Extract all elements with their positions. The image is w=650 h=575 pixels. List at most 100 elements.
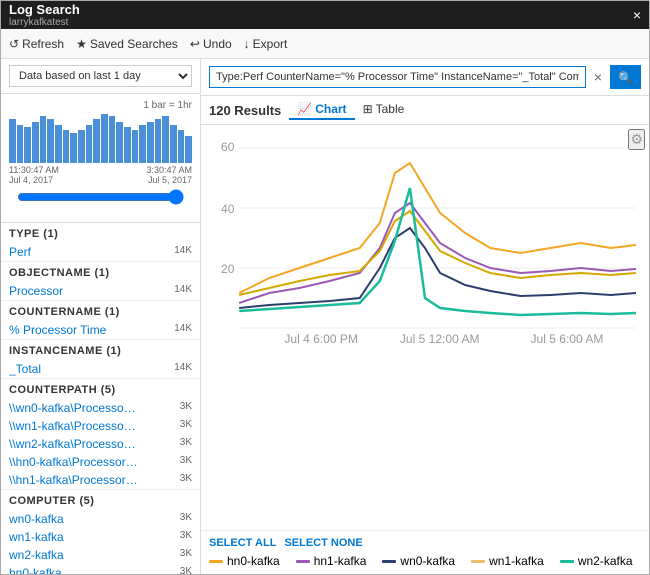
facet-label: wn2-kafka xyxy=(9,548,64,562)
title-bar: Log Search larrykafkatest × xyxy=(1,1,649,29)
legend-color-swatch xyxy=(471,560,485,563)
chart-icon: 📈 xyxy=(297,102,312,116)
facet-row[interactable]: Perf14K xyxy=(1,243,200,261)
facet-label: wn0-kafka xyxy=(9,512,64,526)
time-start: 11:30:47 AMJul 4, 2017 xyxy=(9,165,59,185)
search-input[interactable] xyxy=(209,66,586,88)
facet-count: 3K xyxy=(180,473,192,487)
facet-row[interactable]: \\hn0-kafka\Processor(_Total)\% Processo… xyxy=(1,453,200,471)
facet-label: \\hn1-kafka\Processor(_Total)\% Processo… xyxy=(9,473,139,487)
svg-text:60: 60 xyxy=(221,140,235,154)
svg-text:Jul 5 6:00 AM: Jul 5 6:00 AM xyxy=(530,332,603,346)
refresh-button[interactable]: ↺ Refresh xyxy=(9,37,64,51)
legend-label: wn2-kafka xyxy=(578,554,633,568)
facet-section: OBJECTNAME (1)Processor14K xyxy=(1,262,200,301)
histogram-bar xyxy=(170,125,177,164)
window-subtitle: larrykafkatest xyxy=(9,17,80,28)
facet-count: 3K xyxy=(180,512,192,526)
search-clear-button[interactable]: × xyxy=(590,69,606,85)
legend-color-swatch xyxy=(296,560,310,563)
filter-bar: Data based on last 1 day Last 6 hours La… xyxy=(1,59,200,94)
histogram-time: 11:30:47 AMJul 4, 2017 3:30:47 AMJul 5, … xyxy=(9,165,192,185)
facet-row[interactable]: \\wn1-kafka\Processor(_Total)\% Processo… xyxy=(1,417,200,435)
histogram-bar xyxy=(40,116,47,163)
facet-row[interactable]: \\hn1-kafka\Processor(_Total)\% Processo… xyxy=(1,471,200,489)
facet-label: \\wn2-kafka\Processor(_Total)\% Processo… xyxy=(9,437,139,451)
svg-text:Jul 4 6:00 PM: Jul 4 6:00 PM xyxy=(284,332,358,346)
histogram-area: 1 bar = 1hr 11:30:47 AMJul 4, 2017 3:30:… xyxy=(1,94,200,223)
chart-area: ⚙ 60 40 20 Jul 4 6:00 PM Jul 5 12:00 AM … xyxy=(201,125,649,530)
select-all-button[interactable]: SELECT ALL xyxy=(209,537,276,549)
legend-color-swatch xyxy=(560,560,574,563)
histogram-bar xyxy=(155,119,162,163)
facet-count: 14K xyxy=(174,245,192,259)
undo-label: Undo xyxy=(203,37,232,51)
facet-count: 14K xyxy=(174,362,192,376)
facet-section: COMPUTER (5) wn0-kafka 3K wn1-kafka 3K wn2-ka… xyxy=(1,490,200,574)
legend-label: wn0-kafka xyxy=(400,554,455,568)
tab-table[interactable]: ⊞ Table xyxy=(355,100,413,120)
select-none-button[interactable]: SELECT NONE xyxy=(284,537,362,549)
histogram-bar xyxy=(70,133,77,163)
refresh-label: Refresh xyxy=(22,37,64,51)
legend-item[interactable]: hn1-kafka xyxy=(296,554,367,568)
histogram-bar xyxy=(101,114,108,164)
chart-settings-button[interactable]: ⚙ xyxy=(628,129,645,150)
facet-row[interactable]: wn2-kafka3K xyxy=(1,546,200,564)
histogram-bar xyxy=(185,136,192,164)
facet-row[interactable]: wn0-kafka 3K xyxy=(1,510,200,528)
histogram-bar xyxy=(78,130,85,163)
slider-track xyxy=(9,185,192,216)
histogram-bar xyxy=(55,125,62,164)
time-filter-select[interactable]: Data based on last 1 day Last 6 hours La… xyxy=(9,65,192,87)
legend-item[interactable]: hn0-kafka xyxy=(209,554,280,568)
tab-chart-label: Chart xyxy=(315,102,346,116)
tab-chart[interactable]: 📈 Chart xyxy=(289,100,354,120)
svg-text:40: 40 xyxy=(221,202,235,216)
legend-item[interactable]: wn2-kafka xyxy=(560,554,633,568)
facet-label: \\hn0-kafka\Processor(_Total)\% Processo… xyxy=(9,455,139,469)
facet-row[interactable]: % Processor Time14K xyxy=(1,321,200,339)
facet-count: 3K xyxy=(180,566,192,574)
histogram-bar xyxy=(17,125,24,164)
facet-title: COUNTERNAME (1) xyxy=(1,301,200,321)
histogram-bar xyxy=(9,119,16,163)
close-button[interactable]: × xyxy=(633,7,641,23)
facet-row[interactable]: wn1-kafka 3K xyxy=(1,528,200,546)
legend-item[interactable]: wn1-kafka xyxy=(471,554,544,568)
facet-count: 3K xyxy=(180,401,192,415)
facet-title: OBJECTNAME (1) xyxy=(1,262,200,282)
time-end: 3:30:47 AMJul 5, 2017 xyxy=(146,165,192,185)
facet-title: COMPUTER (5) xyxy=(1,490,200,510)
facet-count: 3K xyxy=(180,437,192,451)
undo-button[interactable]: ↩ Undo xyxy=(190,37,232,51)
search-go-button[interactable]: 🔍 xyxy=(610,65,641,89)
histogram-bar xyxy=(139,125,146,164)
facet-row[interactable]: hn0-kafka 3K xyxy=(1,564,200,574)
facet-label: \\wn0-kafka\Processor(_Total)\% Processo… xyxy=(9,401,139,415)
facet-section: TYPE (1)Perf14K xyxy=(1,223,200,262)
legend-item[interactable]: wn0-kafka xyxy=(382,554,455,568)
table-icon: ⊞ xyxy=(363,102,373,116)
export-button[interactable]: ↓ Export xyxy=(244,37,288,51)
facet-label: hn0-kafka xyxy=(9,566,62,574)
facet-row[interactable]: \\wn0-kafka\Processor(_Total)\% Processo… xyxy=(1,399,200,417)
svg-text:Jul 5 12:00 AM: Jul 5 12:00 AM xyxy=(400,332,480,346)
saved-searches-button[interactable]: ★ Saved Searches xyxy=(76,37,178,51)
facet-row[interactable]: Processor14K xyxy=(1,282,200,300)
facet-count: 3K xyxy=(180,455,192,469)
export-icon: ↓ xyxy=(244,37,250,51)
search-bar: × 🔍 xyxy=(201,59,649,96)
time-range-slider[interactable] xyxy=(17,189,184,205)
facet-row[interactable]: \\wn2-kafka\Processor(_Total)\% Processo… xyxy=(1,435,200,453)
histogram-bar xyxy=(116,122,123,163)
facet-count: 14K xyxy=(174,284,192,298)
facet-count: 3K xyxy=(180,530,192,544)
facet-label: wn1-kafka xyxy=(9,530,64,544)
facet-title: COUNTERPATH (5) xyxy=(1,379,200,399)
legend-actions: SELECT ALL SELECT NONE xyxy=(209,537,641,549)
histogram-bar xyxy=(63,130,70,163)
facet-row[interactable]: _Total14K xyxy=(1,360,200,378)
main-content: Data based on last 1 day Last 6 hours La… xyxy=(1,59,649,574)
export-label: Export xyxy=(253,37,288,51)
